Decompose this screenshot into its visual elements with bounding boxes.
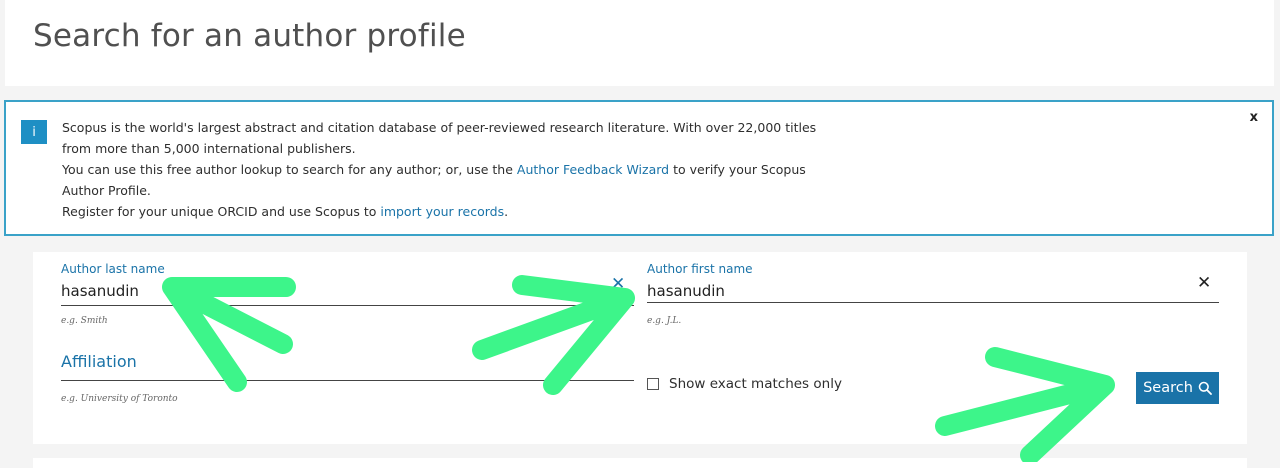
import-records-link[interactable]: import your records bbox=[380, 204, 504, 219]
exact-matches-checkbox[interactable] bbox=[647, 378, 659, 390]
affiliation-field: Affiliation e.g. University of Toronto bbox=[61, 352, 634, 412]
last-name-label: Author last name bbox=[61, 262, 165, 276]
info-icon: i bbox=[21, 120, 47, 144]
clear-last-name-button[interactable]: ✕ bbox=[611, 276, 625, 293]
affiliation-input[interactable] bbox=[61, 356, 634, 380]
first-name-field: Author first name ✕ e.g. J.L. bbox=[647, 262, 1219, 332]
info-line-3-text-end: to verify your Scopus bbox=[669, 162, 806, 177]
page-title: Search for an author profile bbox=[33, 18, 466, 54]
exact-matches-option[interactable]: Show exact matches only bbox=[647, 376, 842, 392]
first-name-input[interactable] bbox=[647, 280, 1187, 302]
search-button[interactable]: Search bbox=[1136, 372, 1219, 404]
info-line-5: Register for your unique ORCID and use S… bbox=[62, 201, 782, 222]
last-name-underline bbox=[61, 305, 634, 306]
exact-matches-label: Show exact matches only bbox=[669, 376, 842, 392]
info-banner: i Scopus is the world's largest abstract… bbox=[4, 100, 1274, 236]
info-text: Scopus is the world's largest abstract a… bbox=[62, 117, 817, 222]
info-line-5-text-end: . bbox=[504, 204, 509, 219]
author-search-form: Author last name ✕ e.g. Smith Author fir… bbox=[33, 252, 1247, 444]
clear-first-name-button[interactable]: ✕ bbox=[1197, 275, 1211, 292]
info-line-3: You can use this free author lookup to s… bbox=[62, 159, 806, 180]
first-name-label: Author first name bbox=[647, 262, 753, 276]
results-panel-edge bbox=[33, 458, 1247, 468]
author-feedback-wizard-link[interactable]: Author Feedback Wizard bbox=[517, 162, 669, 177]
last-name-field: Author last name ✕ e.g. Smith bbox=[61, 262, 634, 332]
close-info-button[interactable]: x bbox=[1250, 110, 1258, 125]
affiliation-hint: e.g. University of Toronto bbox=[61, 394, 178, 404]
info-line-4: Author Profile. bbox=[62, 183, 151, 198]
search-button-label: Search bbox=[1143, 380, 1193, 396]
last-name-hint: e.g. Smith bbox=[61, 316, 108, 326]
affiliation-underline bbox=[61, 380, 634, 381]
last-name-input[interactable] bbox=[61, 280, 601, 302]
search-icon bbox=[1198, 381, 1212, 395]
first-name-underline bbox=[647, 302, 1219, 303]
info-line-1: Scopus is the world's largest abstract a… bbox=[62, 120, 817, 135]
info-line-2: from more than 5,000 international publi… bbox=[62, 141, 356, 156]
page-header: Search for an author profile bbox=[5, 0, 1274, 86]
info-line-3-text: You can use this free author lookup to s… bbox=[62, 162, 517, 177]
first-name-hint: e.g. J.L. bbox=[647, 316, 682, 326]
info-line-5-text: Register for your unique ORCID and use S… bbox=[62, 204, 381, 219]
